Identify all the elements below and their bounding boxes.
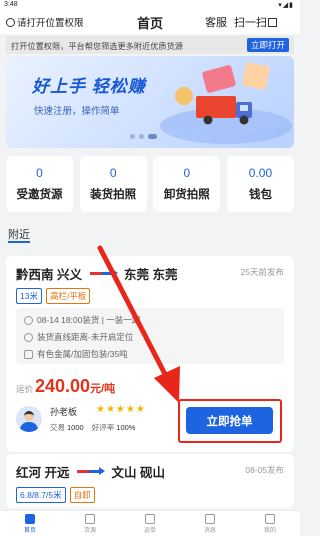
package-icon: [24, 349, 33, 359]
grab-order-button[interactable]: 立即抢单: [186, 407, 273, 434]
banner-pager: [130, 134, 157, 139]
scan-label: 扫一扫: [234, 17, 267, 29]
status-time: 3:48: [4, 1, 18, 8]
route-arrow-icon: [89, 269, 118, 277]
route-origin: 黔西南 兴义: [16, 268, 82, 282]
schedule-row: 08-14 18:00装货 | 一装一卸: [24, 314, 140, 326]
permission-text: 打开位置权限，平台帮您筛选更多附近优质货源: [11, 42, 183, 51]
tag-list: 13米 高栏/平板: [16, 288, 91, 304]
posted-time: 25天前发布: [240, 267, 284, 277]
message-icon: [205, 514, 215, 524]
tag-truck-type: 高栏/平板: [45, 288, 91, 304]
route-destination: 东莞 东莞: [123, 268, 178, 282]
stat-label: 卸货拍照: [163, 189, 210, 201]
stat-invited-sources[interactable]: 0 受邀货源: [6, 156, 73, 212]
stat-value: 0.00: [248, 166, 273, 180]
shipper-stats: 交易 1000 好评率 100%: [50, 422, 141, 433]
waybill-icon: [145, 514, 155, 524]
stat-unloading-photos[interactable]: 0 卸货拍照: [153, 156, 221, 212]
cargo-listing-card[interactable]: 黔西南 兴义 东莞 东莞 25天前发布 13米 高栏/平板 08-14 18:0…: [6, 256, 294, 452]
route: 红河 开远 文山 砚山: [16, 462, 165, 481]
location-pin-icon: [6, 17, 15, 27]
stat-loading-photos[interactable]: 0 装货拍照: [79, 156, 147, 212]
banner-dot[interactable]: [139, 134, 144, 139]
tab-profile[interactable]: 我的: [240, 511, 300, 536]
tab-home[interactable]: 首页: [0, 511, 60, 536]
tab-label: 消息: [203, 528, 216, 534]
praise-rate: 100%: [116, 423, 136, 432]
tab-label: 货源: [83, 528, 96, 534]
cargo-info-box: 08-14 18:00装货 | 一装一卸 装货直线距离-未开启定位 有色金属/加…: [16, 308, 284, 364]
distance-row: 装货直线距离-未开启定位: [24, 331, 133, 343]
star-rating-icon: ★★★★★: [96, 404, 146, 415]
stat-value: 0: [36, 166, 43, 180]
stat-value: 0: [109, 166, 117, 180]
banner-headline: 好上手 轻松赚: [32, 77, 146, 96]
tag-truck-length: 6.8/8.7/5米: [16, 487, 66, 503]
price-value: 240.00: [35, 376, 91, 396]
route: 黔西南 兴义 东莞 东莞: [16, 264, 177, 283]
location-permission-label: 请打开位置权限: [17, 18, 84, 29]
location-permission-bar: 打开位置权限，平台帮您筛选更多附近优质货源 立即打开: [6, 36, 294, 54]
customer-service-button[interactable]: 客服: [205, 14, 227, 30]
scan-icon: [268, 18, 277, 27]
tag-truck-type: 自卸: [69, 487, 95, 503]
cargo-icon: [85, 514, 95, 524]
stat-wallet[interactable]: 0.00 钱包: [226, 156, 294, 212]
clock-icon: [24, 315, 33, 325]
home-icon: [25, 514, 35, 524]
open-permission-button[interactable]: 立即打开: [246, 38, 289, 52]
cargo-text: 有色金属/加固包装/35吨: [37, 349, 128, 359]
stats-row: 0 受邀货源 0 装货拍照 0 卸货拍照 0.00 钱包: [6, 156, 294, 212]
cargo-row: 有色金属/加固包装/35吨: [24, 348, 128, 360]
price-unit: 元/吨: [90, 383, 116, 395]
cargo-listing-card[interactable]: 红河 开远 文山 砚山 08-05发布 6.8/8.7/5米 自卸: [6, 454, 294, 508]
status-icons: ▾◢▮: [278, 2, 294, 9]
stat-value: 0: [183, 166, 191, 180]
tab-label: 运单: [143, 528, 156, 534]
tag-list: 6.8/8.7/5米 自卸: [16, 487, 95, 503]
location-permission-link[interactable]: 请打开位置权限: [6, 15, 84, 29]
banner-dot[interactable]: [130, 134, 135, 139]
price-prefix: 运价: [16, 384, 34, 394]
tab-label: 我的: [263, 528, 276, 534]
freight-price: 运价 240.00 元/吨: [16, 376, 115, 397]
route-destination: 文山 砚山: [111, 466, 165, 480]
status-bar: 3:48 ▾◢▮: [0, 0, 300, 12]
tag-truck-length: 13米: [16, 288, 42, 304]
tab-label: 首页: [23, 528, 36, 534]
route-origin: 红河 开远: [16, 466, 70, 480]
shipper-info[interactable]: 孙老板 ★★★★★ 交易 1000 好评率 100%: [16, 404, 176, 438]
promo-banner[interactable]: 好上手 轻松赚 快速注册，操作简单: [6, 56, 294, 148]
avatar: [16, 406, 42, 432]
tab-waybill[interactable]: 运单: [120, 511, 180, 536]
banner-dot-active[interactable]: [148, 134, 157, 139]
distance-text: 装货直线距离-未开启定位: [37, 332, 134, 342]
shipper-name: 孙老板: [50, 407, 78, 417]
stat-label: 装货拍照: [90, 189, 137, 201]
section-title-nearby: 附近: [8, 226, 30, 243]
profile-icon: [265, 514, 275, 524]
trade-count: 1000: [67, 423, 84, 432]
highlight-frame: 立即抢单: [178, 399, 282, 443]
stat-label: 钱包: [248, 189, 272, 201]
tab-cargo[interactable]: 货源: [60, 511, 120, 536]
stat-label: 受邀货源: [16, 189, 63, 201]
schedule-text: 08-14 18:00装货 | 一装一卸: [37, 315, 141, 325]
praise-label: 好评率: [91, 423, 115, 432]
route-arrow-icon: [77, 467, 106, 475]
truck-illustration: [160, 62, 292, 144]
scan-button[interactable]: 扫一扫: [234, 14, 277, 30]
trade-label: 交易: [50, 423, 65, 432]
page-title: 首页: [136, 16, 163, 31]
tab-messages[interactable]: 消息: [180, 511, 240, 536]
bottom-tab-bar: 首页 货源 运单 消息 我的: [0, 510, 300, 536]
location-icon: [24, 332, 33, 342]
banner-subtext: 快速注册，操作简单: [34, 106, 120, 117]
posted-time: 08-05发布: [245, 465, 284, 475]
top-nav: 请打开位置权限 首页 客服 扫一扫: [0, 12, 300, 34]
